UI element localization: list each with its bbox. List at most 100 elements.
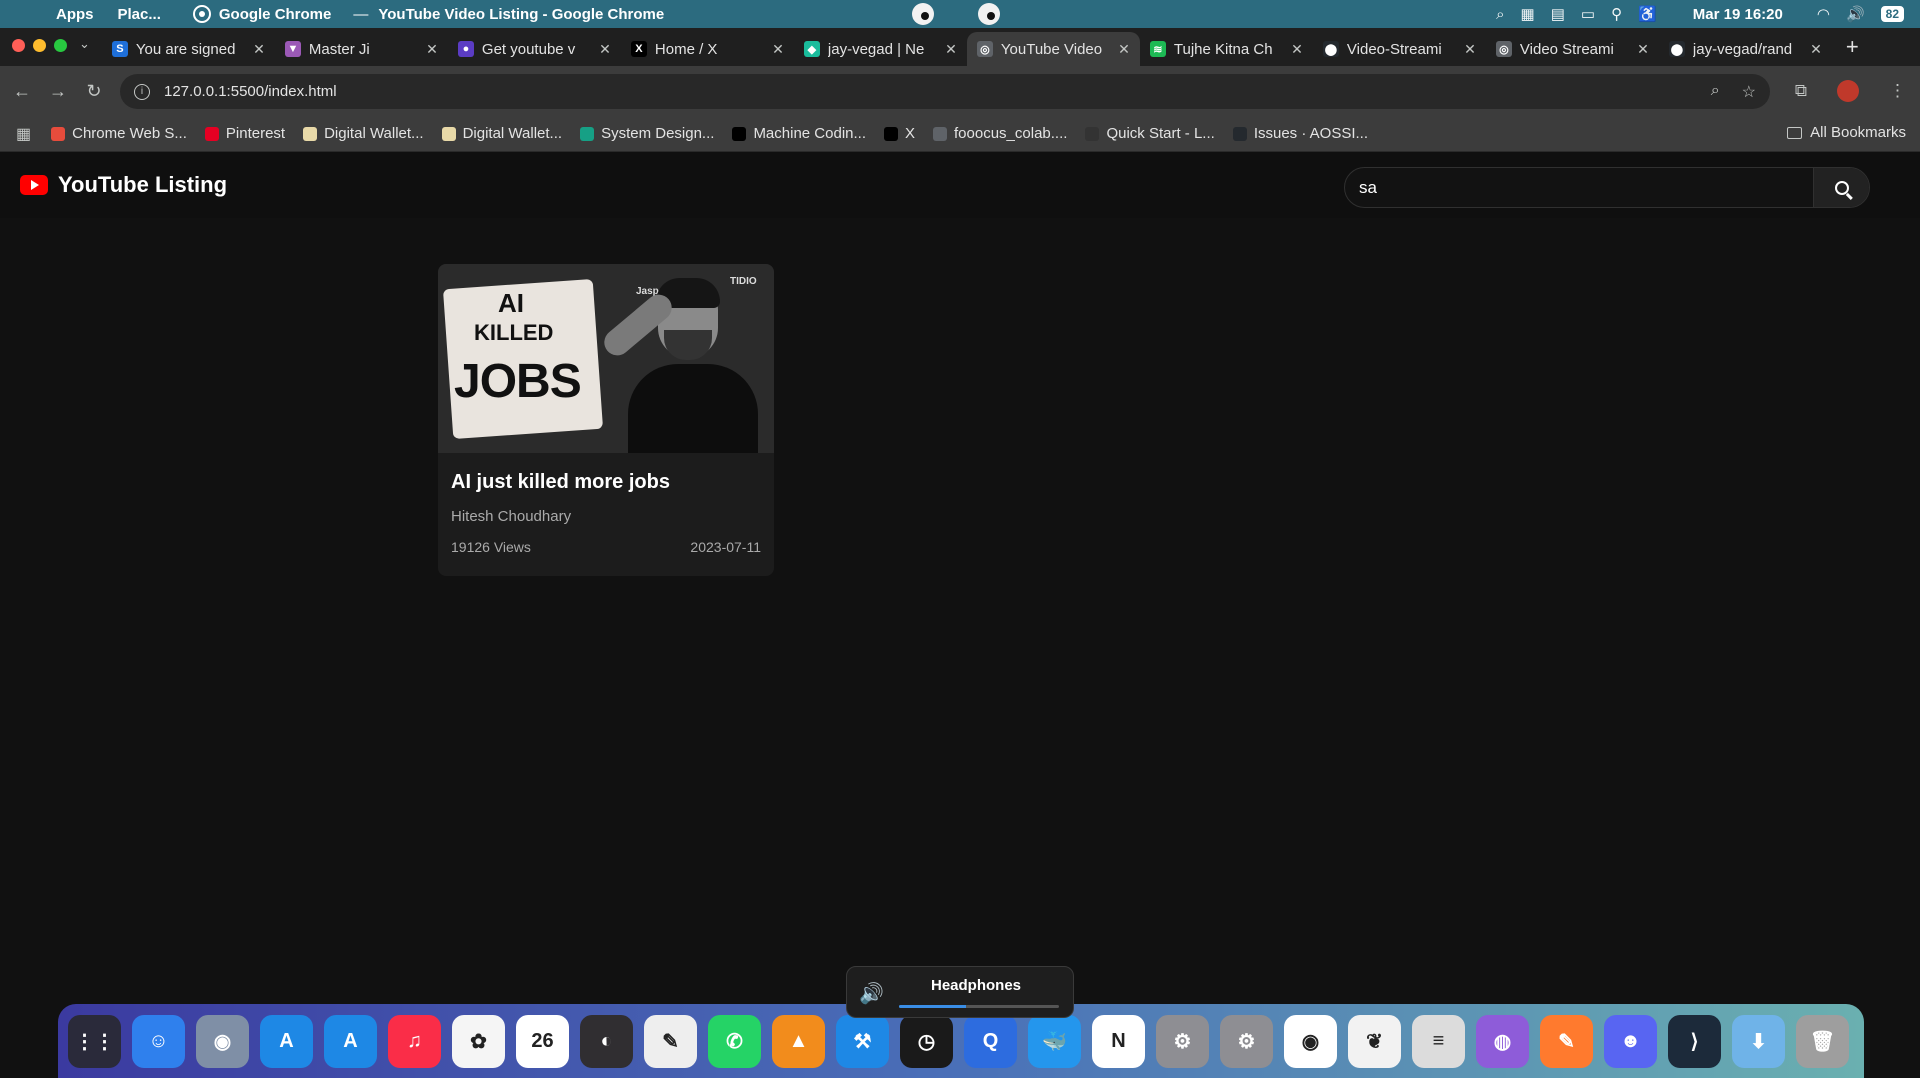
chrome-menu-icon[interactable]: ⋮ [1889,81,1906,101]
tab[interactable]: ⬤ Video-Streami ✕ [1313,32,1486,66]
dock-contacts-icon[interactable]: ◉ [196,1014,249,1068]
volume-icon[interactable]: 🔊 [1846,5,1865,23]
dock-docker-icon[interactable]: 🐳 [1028,1014,1081,1068]
menu-clock[interactable]: Mar 19 16:20 [1693,6,1783,23]
tab[interactable]: S You are signed ✕ [102,32,275,66]
profile-avatar[interactable] [1837,80,1859,102]
video-channel[interactable]: Hitesh Choudhary [451,508,761,525]
dock-calendar-icon[interactable]: 26 [516,1014,569,1068]
tab[interactable]: ≋ Tujhe Kitna Ch ✕ [1140,32,1313,66]
bookmark-item[interactable]: Digital Wallet... [303,125,424,142]
tab[interactable]: ⬤ jay-vegad/rand ✕ [1659,32,1832,66]
search-icon[interactable]: ⌕ [1496,6,1504,23]
dock-app-store-update-icon[interactable]: A [260,1014,313,1068]
reload-button[interactable]: ↻ [76,81,112,102]
bookmark-item[interactable]: Digital Wallet... [441,125,562,142]
site-info-icon[interactable]: i [134,83,150,100]
tab[interactable]: ◎ Video Streami ✕ [1486,32,1659,66]
dock-vlc-icon[interactable]: ▲ [772,1014,825,1068]
dock-trash-icon[interactable]: 🗑 [1796,1014,1849,1068]
tab-close-icon[interactable]: ✕ [772,41,784,58]
menu-google-chrome[interactable]: Google Chrome [219,6,344,23]
bookmark-favicon-icon [580,126,595,141]
bookmark-item[interactable]: Issues · AOSSI... [1232,125,1368,142]
battery-indicator[interactable]: 82 [1880,6,1904,22]
bookmark-item[interactable]: Quick Start - L... [1085,125,1215,142]
dock-clock-icon[interactable]: ◷ [900,1014,953,1068]
disk-monitor-icon[interactable]: ▭ [1581,5,1595,23]
bookmark-item[interactable]: Chrome Web S... [51,125,187,142]
bookmark-item[interactable]: X [884,125,915,142]
tab-close-icon[interactable]: ✕ [1637,41,1649,58]
dock-vscode-icon[interactable]: ⟩ [1668,1014,1721,1068]
bookmark-label: Chrome Web S... [72,125,187,142]
dock-chrome-icon[interactable]: ◉ [1284,1014,1337,1068]
dock-xcode-icon[interactable]: ⚒ [836,1014,889,1068]
video-thumbnail[interactable]: AI KILLED JOBS Jasper TIDIO [438,264,774,453]
close-window-button[interactable] [12,39,25,52]
ram-monitor-icon[interactable]: ▤ [1551,5,1565,23]
dock-photos-icon[interactable]: ✿ [452,1014,505,1068]
dock-pencil-app-icon[interactable]: ✎ [1540,1014,1593,1068]
dock-database-icon[interactable]: ≡ [1412,1014,1465,1068]
all-bookmarks-button[interactable]: All Bookmarks [1787,124,1906,141]
bookmark-item[interactable]: fooocus_colab.... [933,125,1067,142]
menu-places[interactable]: Plac... [106,6,173,23]
dock-github-desktop-icon[interactable]: ◍ [1476,1014,1529,1068]
tab[interactable]: ▼ Master Ji ✕ [275,32,448,66]
dock-downloads-folder-icon[interactable]: ⬇ [1732,1014,1785,1068]
cpu-monitor-icon[interactable]: ▦ [1521,5,1535,23]
url-text[interactable]: 127.0.0.1:5500/index.html [164,83,337,100]
network-icon[interactable]: ⚲ [1611,5,1622,23]
tab-active[interactable]: ◎ YouTube Video ✕ [966,32,1140,66]
bookmark-item[interactable]: Machine Codin... [732,125,866,142]
video-title[interactable]: AI just killed more jobs [451,471,761,494]
search-button[interactable] [1813,168,1869,207]
dock-textedit-icon[interactable]: ✎ [644,1014,697,1068]
zoom-icon[interactable]: ⌕ [1711,82,1720,102]
bookmark-label: Quick Start - L... [1106,125,1215,142]
bookmark-item[interactable]: System Design... [580,125,714,142]
dock-mongodb-compass-icon[interactable]: ❦ [1348,1014,1401,1068]
dock-app-store-icon[interactable]: A [324,1014,377,1068]
forward-button[interactable]: → [40,81,76,102]
dock-music-icon[interactable]: ♫ [388,1014,441,1068]
dock-notion-icon[interactable]: N [1092,1014,1145,1068]
dock-obs-icon[interactable]: ◐ [580,1014,633,1068]
tab-close-icon[interactable]: ✕ [599,41,611,58]
dock-launchpad-icon[interactable]: ⋮⋮ [68,1014,121,1068]
tab[interactable]: X Home / X ✕ [621,32,794,66]
tab-close-icon[interactable]: ✕ [945,41,957,58]
maximize-window-button[interactable] [54,39,67,52]
bookmark-star-icon[interactable]: ☆ [1742,82,1756,102]
extensions-icon[interactable]: ⧉ [1795,81,1807,101]
address-bar[interactable]: i 127.0.0.1:5500/index.html ⌕ ☆ [120,74,1770,109]
dock-whatsapp-icon[interactable]: ✆ [708,1014,761,1068]
wifi-icon[interactable]: ◠ [1817,5,1830,23]
tab-close-icon[interactable]: ✕ [1464,41,1476,58]
apps-grid-icon[interactable]: ▦ [16,124,31,144]
dock-finder-icon[interactable]: ☺ [132,1014,185,1068]
tab[interactable]: ◆ jay-vegad | Ne ✕ [794,32,967,66]
tab-close-icon[interactable]: ✕ [253,41,265,58]
new-tab-button[interactable]: + [1832,34,1871,66]
accessibility-icon[interactable]: ♿ [1638,5,1657,23]
tab[interactable]: ● Get youtube v ✕ [448,32,621,66]
tab-close-icon[interactable]: ✕ [426,41,438,58]
tab-close-icon[interactable]: ✕ [1118,41,1130,58]
search-input[interactable] [1345,168,1813,207]
tab-close-icon[interactable]: ✕ [1810,41,1822,58]
dock-discord-icon[interactable]: ☻ [1604,1014,1657,1068]
back-button[interactable]: ← [4,81,40,102]
bookmark-item[interactable]: Pinterest [204,125,285,142]
window-controls [0,39,77,66]
dock-quicktime-icon[interactable]: Q [964,1014,1017,1068]
hud-output-label: Headphones [931,977,1022,994]
menu-apps[interactable]: Apps [44,6,106,23]
minimize-window-button[interactable] [33,39,46,52]
video-card[interactable]: AI KILLED JOBS Jasper TIDIO AI just kill… [438,264,774,576]
tab-search-chevron-icon[interactable]: ⌄ [77,36,102,66]
dock-system-preferences-icon[interactable]: ⚙ [1156,1014,1209,1068]
dock-system-settings-icon[interactable]: ⚙ [1220,1014,1273,1068]
tab-close-icon[interactable]: ✕ [1291,41,1303,58]
